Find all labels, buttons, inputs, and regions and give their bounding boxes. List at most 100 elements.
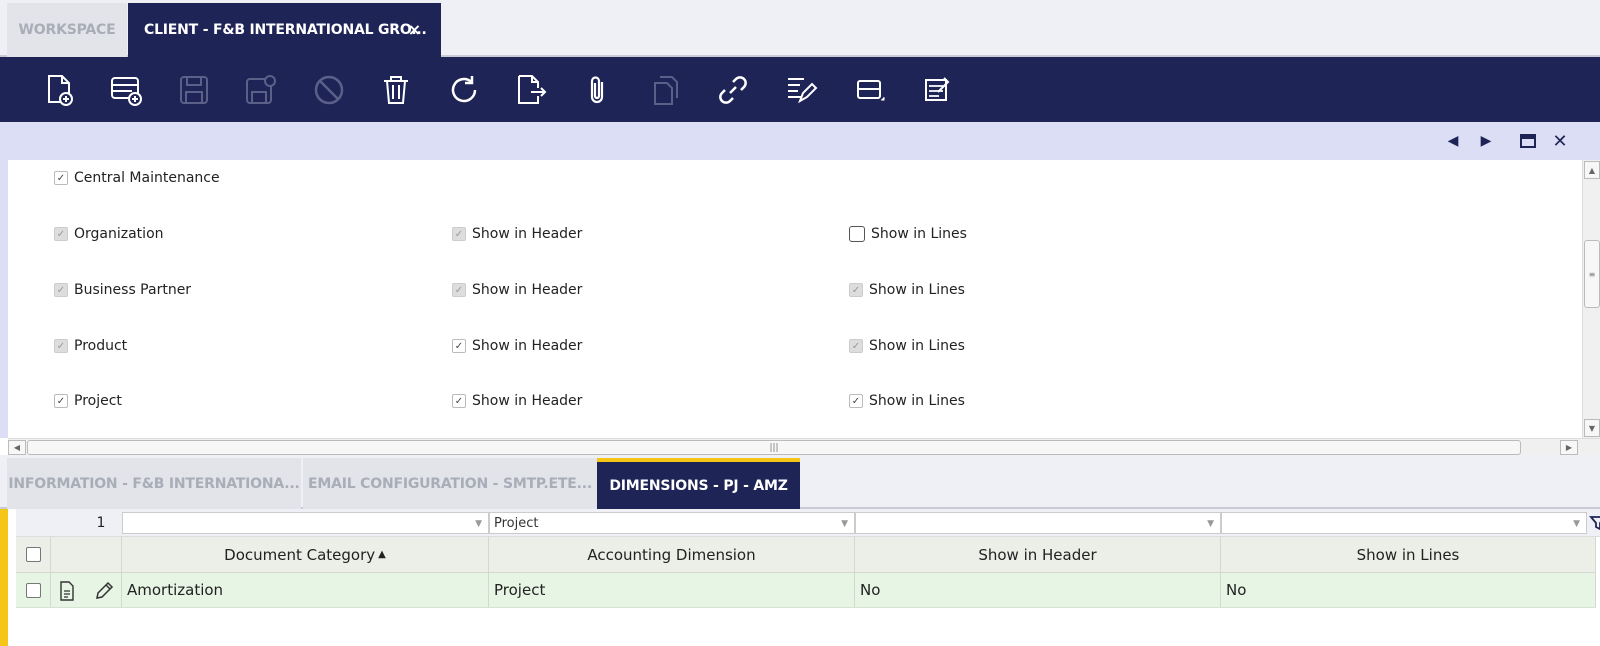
tab-information-label: INFORMATION - F&B INTERNATIONA... <box>8 475 300 492</box>
product-checkbox: ✓ <box>54 339 68 353</box>
scroll-left-icon[interactable]: ◀ <box>8 440 26 455</box>
toolbar <box>0 57 1600 122</box>
scroll-right-icon[interactable]: ▶ <box>1560 440 1578 455</box>
central-maintenance-field[interactable]: ✓ Central Maintenance <box>54 169 220 187</box>
project-field[interactable]: ✓ Project <box>54 392 122 410</box>
business-partner-show-header-label: Show in Header <box>472 282 583 298</box>
edit-pencil-icon[interactable] <box>94 581 114 605</box>
refresh-button[interactable] <box>444 70 484 110</box>
save-close-icon <box>246 75 276 104</box>
scroll-down-icon[interactable]: ▼ <box>1584 419 1600 437</box>
record-form: ✓ Central Maintenance ✓ Organization ✓ S… <box>0 160 1600 438</box>
tab-dimensions[interactable]: DIMENSIONS - PJ - AMZ <box>597 458 800 509</box>
vertical-scroll-thumb[interactable]: ≡ <box>1584 240 1600 308</box>
form-vertical-scrollbar[interactable]: ▲ ≡ ▼ <box>1582 160 1600 438</box>
audit-button[interactable] <box>781 70 821 110</box>
close-tab-icon[interactable]: × <box>408 20 421 39</box>
table-row[interactable]: Amortization Project No No <box>16 573 1596 608</box>
grid-header-row: Document Category ▲ Accounting Dimension … <box>16 537 1596 573</box>
filter-funnel-icon[interactable] <box>1589 514 1600 532</box>
accounting-dimension-cell[interactable]: Project <box>489 573 855 607</box>
business-partner-show-lines-label: Show in Lines <box>869 282 965 298</box>
document-category-header-label: Document Category <box>224 545 376 564</box>
paperclip-icon <box>590 76 604 104</box>
business-partner-show-header-field: ✓ Show in Header <box>452 281 582 299</box>
organization-show-lines-checkbox[interactable] <box>849 226 865 242</box>
organization-show-lines-field[interactable]: Show in Lines <box>849 225 967 243</box>
project-show-lines-field[interactable]: ✓ Show in Lines <box>849 392 965 410</box>
save-close-button[interactable] <box>241 70 281 110</box>
tab-client[interactable]: CLIENT - F&B INTERNATIONAL GRO... × <box>128 3 441 57</box>
show-in-header-cell[interactable]: No <box>855 573 1221 607</box>
central-maintenance-checkbox[interactable]: ✓ <box>54 171 68 185</box>
filter-dropdown-icon[interactable]: ▼ <box>1573 519 1580 529</box>
horizontal-scroll-thumb[interactable]: ||| <box>27 440 1521 455</box>
grid-filter-row: 1 ▼ Project ▼ ▼ ▼ <box>16 509 1600 537</box>
row-select-checkbox[interactable] <box>25 582 41 598</box>
copy-button[interactable] <box>646 70 686 110</box>
project-show-header-checkbox[interactable]: ✓ <box>452 394 466 408</box>
accounting-dimension-header[interactable]: Accounting Dimension <box>489 537 855 572</box>
project-show-lines-checkbox[interactable]: ✓ <box>849 394 863 408</box>
open-record-icon[interactable] <box>59 581 75 605</box>
project-show-header-field[interactable]: ✓ Show in Header <box>452 392 582 410</box>
organization-show-header-label: Show in Header <box>472 226 583 242</box>
product-show-header-checkbox[interactable]: ✓ <box>452 339 466 353</box>
tab-email-configuration[interactable]: EMAIL CONFIGURATION - SMTP.ETE... <box>303 458 597 509</box>
product-label: Product <box>74 338 128 354</box>
previous-record-icon[interactable]: ◀ <box>1443 131 1463 151</box>
document-category-header[interactable]: Document Category ▲ <box>122 537 489 572</box>
save-button[interactable] <box>174 70 214 110</box>
accounting-dimension-filter[interactable]: Project ▼ <box>489 512 855 534</box>
business-partner-show-lines-field: ✓ Show in Lines <box>849 281 965 299</box>
select-all-checkbox[interactable] <box>25 547 41 562</box>
link-button[interactable] <box>713 70 753 110</box>
notes-button[interactable] <box>916 70 956 110</box>
delete-button[interactable] <box>376 70 416 110</box>
central-maintenance-label: Central Maintenance <box>74 170 220 186</box>
next-record-icon[interactable]: ▶ <box>1476 131 1496 151</box>
tab-information[interactable]: INFORMATION - F&B INTERNATIONA... <box>7 458 301 509</box>
undo-button[interactable] <box>309 70 349 110</box>
maximize-icon[interactable] <box>1518 131 1538 151</box>
new-row-icon <box>111 77 142 106</box>
toggle-grid-form-button[interactable] <box>849 70 889 110</box>
new-row-button[interactable] <box>106 70 146 110</box>
project-checkbox[interactable]: ✓ <box>54 394 68 408</box>
business-partner-label: Business Partner <box>74 282 192 298</box>
document-category-filter[interactable]: ▼ <box>122 512 489 534</box>
show-in-lines-header[interactable]: Show in Lines <box>1221 537 1596 572</box>
tab-client-label: CLIENT - F&B INTERNATIONAL GRO... <box>144 22 427 38</box>
filter-dropdown-icon[interactable]: ▼ <box>475 519 482 529</box>
tab-workspace[interactable]: WORKSPACE <box>7 3 127 57</box>
product-show-header-field[interactable]: ✓ Show in Header <box>452 337 582 355</box>
show-in-lines-cell[interactable]: No <box>1221 573 1596 607</box>
notes-icon <box>925 77 950 101</box>
document-category-cell[interactable]: Amortization <box>122 573 489 607</box>
record-count: 1 <box>96 515 106 531</box>
new-document-button[interactable] <box>39 70 79 110</box>
organization-field: ✓ Organization <box>54 225 164 243</box>
accounting-dimension-header-label: Accounting Dimension <box>587 545 756 564</box>
show-in-lines-filter[interactable]: ▼ <box>1221 512 1587 534</box>
row-select-cell <box>16 573 51 607</box>
close-form-icon[interactable]: ✕ <box>1550 131 1570 152</box>
show-in-header-filter[interactable]: ▼ <box>855 512 1221 534</box>
attachment-button[interactable] <box>578 70 618 110</box>
show-in-header-header-label: Show in Header <box>978 545 1097 564</box>
audit-icon <box>788 78 818 104</box>
filter-dropdown-icon[interactable]: ▼ <box>1207 519 1214 529</box>
export-button[interactable] <box>511 70 551 110</box>
organization-label: Organization <box>74 226 164 242</box>
form-view-icon <box>857 80 885 101</box>
record-navigation-bar: ◀ ▶ ✕ <box>0 122 1600 160</box>
filter-dropdown-icon[interactable]: ▼ <box>841 519 848 529</box>
scroll-up-icon[interactable]: ▲ <box>1584 161 1600 179</box>
row-actions-header <box>51 537 122 572</box>
select-all-cell <box>16 537 51 572</box>
business-partner-checkbox: ✓ <box>54 283 68 297</box>
show-in-header-header[interactable]: Show in Header <box>855 537 1221 572</box>
form-horizontal-scrollbar[interactable]: ◀ ||| ▶ <box>8 438 1600 455</box>
show-in-lines-header-label: Show in Lines <box>1356 545 1460 564</box>
sort-ascending-icon: ▲ <box>378 549 386 560</box>
